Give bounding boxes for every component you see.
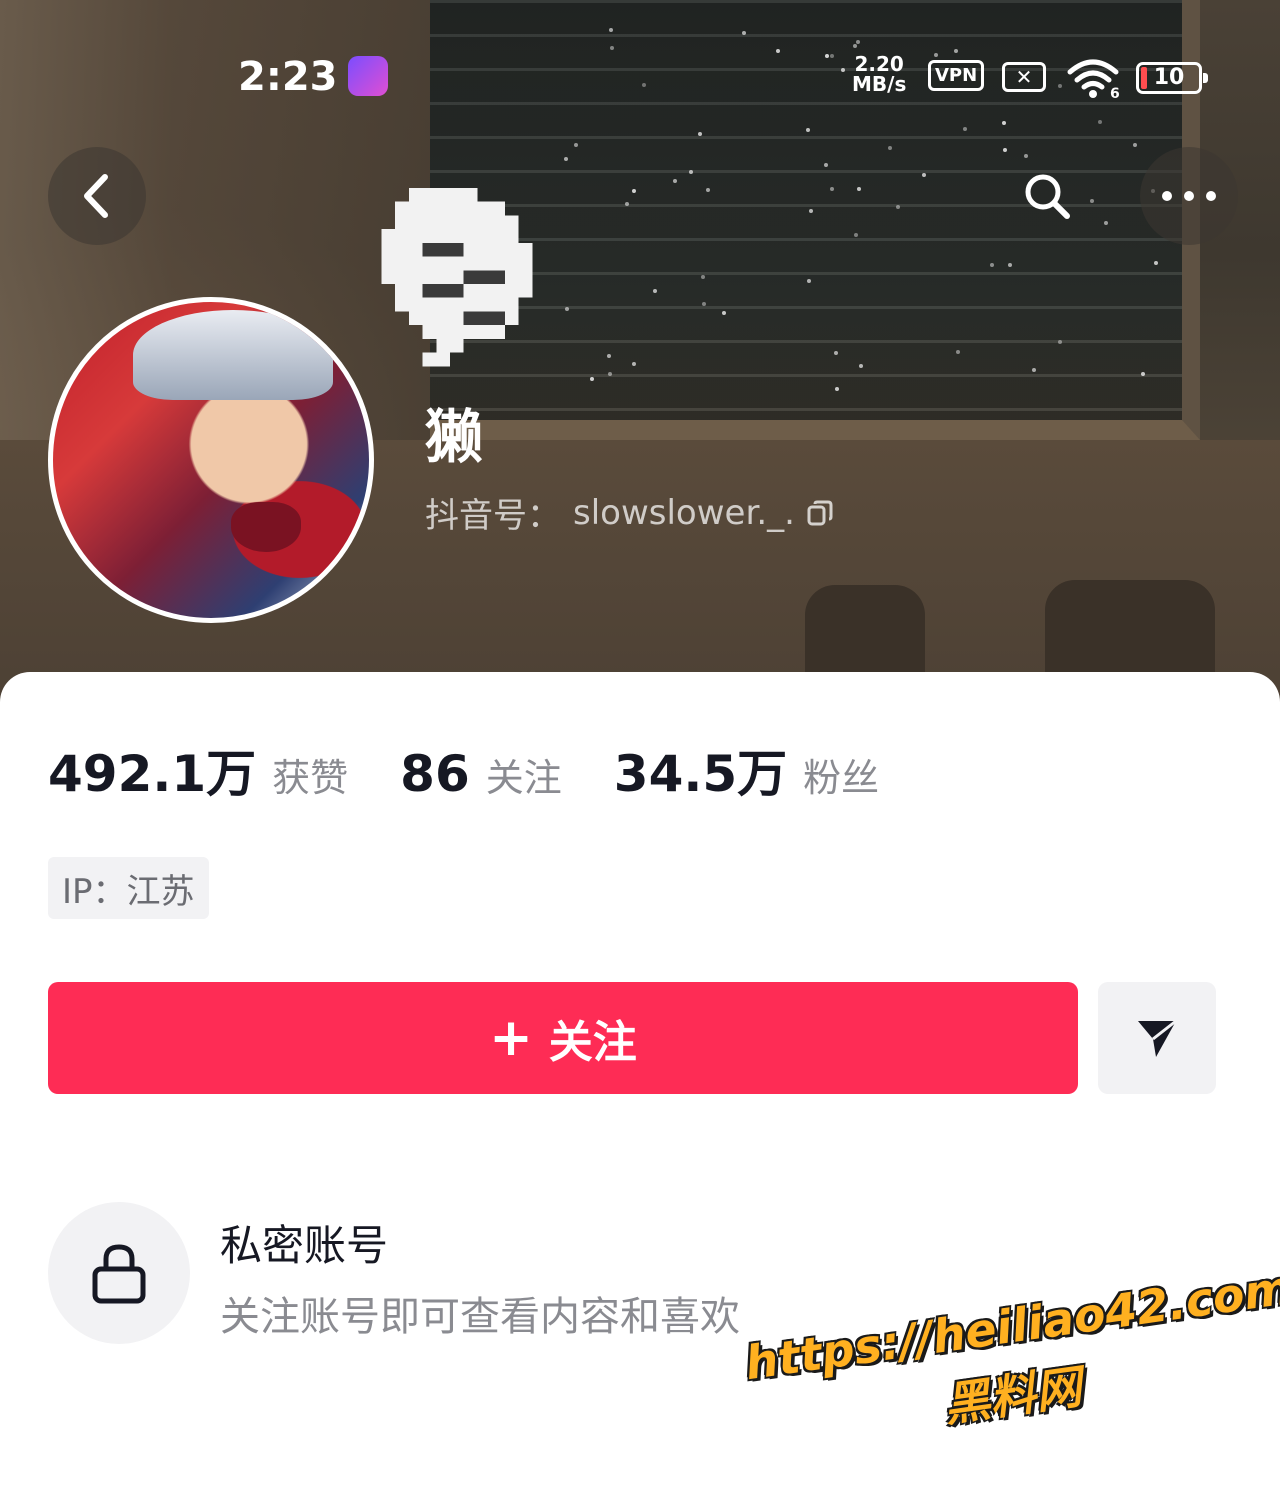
wifi-icon: 6 [1067,59,1120,100]
snowflake [963,126,968,131]
avatar-helmet [133,310,333,400]
stat-following-value: 86 [400,745,470,803]
cover-mug [805,585,925,685]
douyin-id-row[interactable]: 抖音号： slowslower._. [425,488,833,537]
more-button[interactable] [1140,147,1238,245]
lock-icon [92,1244,146,1304]
snowflake [564,156,569,161]
search-button[interactable] [998,147,1096,245]
vpn-icon: VPN [928,60,985,91]
stats-row: 492.1万 获赞 86 关注 34.5万 粉丝 [48,734,931,806]
stat-likes: 492.1万 获赞 [48,734,348,806]
profile-name: 獭 [425,403,484,471]
avatar[interactable] [48,297,374,623]
notification-app-icon [348,56,388,96]
battery-icon: 10 [1136,62,1208,94]
stat-followers-value: 34.5万 [613,745,788,803]
lock-badge [48,1202,190,1344]
no-sim-icon: ✕ [1002,62,1046,92]
follow-button-label: 关注 [548,1017,637,1068]
stat-likes-value: 492.1万 [48,745,257,803]
share-button[interactable] [1098,982,1216,1094]
follow-button[interactable]: + 关注 [48,982,1078,1094]
snowflake [607,371,612,376]
status-time: 2:23 [238,54,338,100]
snowflake [652,288,657,293]
snowflake [888,145,893,150]
network-speed-unit: MB/s [852,72,907,96]
snowflake [1103,220,1108,225]
stat-following[interactable]: 86 关注 [400,745,562,803]
back-icon [84,174,108,218]
snowflake [632,361,637,366]
copy-icon[interactable] [807,500,833,526]
snowflake [590,376,595,381]
stat-likes-label: 获赞 [272,756,349,800]
snowflake [921,172,926,177]
stat-followers-label: 粉丝 [803,756,880,800]
share-icon [1138,1019,1177,1057]
stat-following-label: 关注 [485,756,562,800]
ip-location-tag: IP：江苏 [48,857,209,919]
back-button[interactable] [48,147,146,245]
network-speed: 2.20 MB/s [852,54,906,94]
douyin-id-value: slowslower._. [573,492,795,533]
profile-cover: 2:23 2.20 MB/s VPN ✕ 6 10 獭 抖音号： slowslo… [0,0,1280,720]
douyin-id-label: 抖音号： [425,496,561,536]
plus-icon: + [489,1008,533,1068]
sleep-bubble-sticker [381,188,533,367]
wifi-sub-label: 6 [1110,86,1120,100]
status-bar: 2:23 2.20 MB/s VPN ✕ 6 10 [0,40,1280,120]
snowflake [689,169,694,174]
private-account-title: 私密账号 [220,1221,389,1270]
search-icon [1025,174,1070,219]
more-icon [1162,191,1216,201]
stat-followers[interactable]: 34.5万 粉丝 [614,734,879,806]
network-speed-value: 2.20 [854,52,904,76]
avatar-mouth [231,502,301,552]
private-account-subtitle: 关注账号即可查看内容和喜欢 [220,1294,740,1340]
